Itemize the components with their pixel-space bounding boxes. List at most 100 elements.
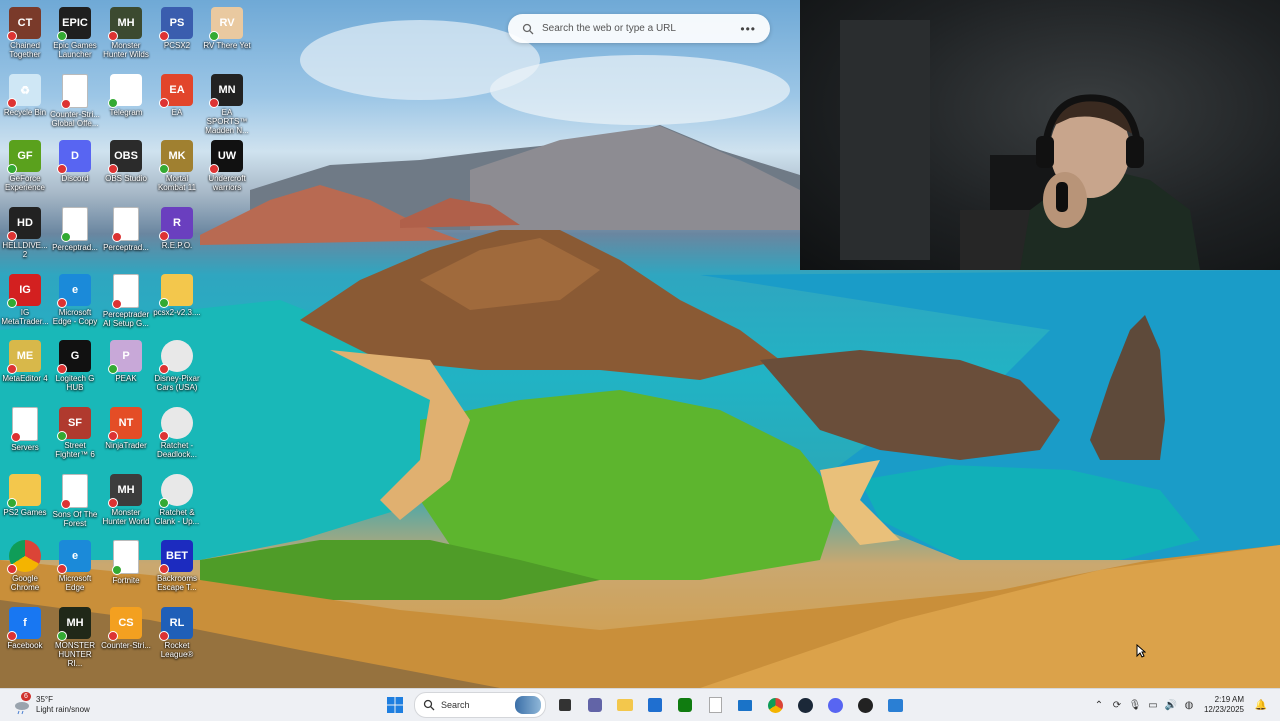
desktop-icon[interactable]: MK Mortal Kombat 11 — [152, 136, 202, 202]
desktop-icon[interactable]: CS Counter-Stri... — [101, 603, 151, 669]
desktop-icon[interactable]: PS PCSX2 — [152, 3, 202, 69]
file-explorer-button[interactable] — [612, 692, 638, 718]
task-view-button[interactable] — [552, 692, 578, 718]
desktop-icon-label: Perceptrad... — [103, 243, 149, 252]
madden-icon: MN — [209, 74, 243, 108]
desktop-icon[interactable]: CT Chained Together — [0, 3, 50, 69]
xbox-button[interactable] — [672, 692, 698, 718]
desktop-icon[interactable]: MH MONSTER HUNTER RI... — [50, 603, 100, 669]
status-badge-icon — [57, 364, 67, 374]
desktop-icon[interactable]: Perceptrader AI Setup G... — [101, 270, 151, 336]
desktop-icon[interactable]: Telegram — [101, 70, 151, 136]
file-icon — [112, 207, 139, 242]
clock[interactable]: 2:19 AM 12/23/2025 — [1204, 695, 1244, 715]
facebook-icon: f — [7, 607, 41, 641]
desktop-icon[interactable]: RL Rocket League® — [152, 603, 202, 669]
desktop-icon[interactable]: Disney-Pixar Cars (USA) — [152, 336, 202, 402]
edge-icon: e — [57, 274, 91, 308]
desktop-icon[interactable]: Servers — [0, 403, 50, 469]
network-icon[interactable]: ◍ — [1180, 696, 1198, 714]
desktop-icon[interactable]: R R.E.P.O. — [152, 203, 202, 269]
desktop-icon[interactable]: HD HELLDIVE... 2 — [0, 203, 50, 269]
desktop-icon[interactable]: f Facebook — [0, 603, 50, 669]
status-badge-icon — [159, 364, 169, 374]
desktop-icon[interactable]: SF Street Fighter™ 6 — [50, 403, 100, 469]
remote-desktop-button[interactable] — [732, 692, 758, 718]
discord-button[interactable] — [822, 692, 848, 718]
desktop-icon[interactable]: NT NinjaTrader — [101, 403, 151, 469]
desktop-icon-label: R.E.P.O. — [161, 241, 193, 250]
desktop-icon[interactable]: G Logitech G HUB — [50, 336, 100, 402]
desktop-icon[interactable]: PS2 Games — [0, 470, 50, 536]
weather-widget[interactable]: 6 35°F Light rain/snow — [12, 692, 90, 717]
teams-button[interactable] — [582, 692, 608, 718]
microphone-icon[interactable]: 🎙 — [1126, 696, 1144, 714]
weather-temperature: 35°F — [36, 695, 53, 704]
desktop-icon[interactable]: MH Monster Hunter World — [101, 470, 151, 536]
desktop-icon[interactable]: Perceptrad... — [50, 203, 100, 269]
discord-icon: D — [57, 140, 91, 174]
desktop-icon[interactable]: Sons Of The Forest — [50, 470, 100, 536]
status-badge-icon — [57, 564, 67, 574]
desktop-icon[interactable]: OBS OBS Studio — [101, 136, 151, 202]
desktop-icon[interactable]: BET Backrooms Escape T... — [152, 536, 202, 602]
desktop-icon[interactable]: Fortnite — [101, 536, 151, 602]
desktop-icon[interactable]: EA EA — [152, 70, 202, 136]
status-badge-icon — [159, 298, 169, 308]
desktop-icon[interactable]: ♻ Recycle Bin — [0, 70, 50, 136]
desktop-icon[interactable]: IG IG MetaTrader... — [0, 270, 50, 336]
status-badge-icon — [7, 498, 17, 508]
steam-button[interactable] — [792, 692, 818, 718]
taskbar-search[interactable]: Search — [414, 692, 546, 718]
desktop-icon[interactable]: Counter-Stri... Global Offe... — [50, 70, 100, 136]
web-search-widget[interactable]: Search the web or type a URL ••• — [508, 14, 770, 43]
desktop-icon[interactable]: Google Chrome — [0, 536, 50, 602]
more-options-icon[interactable]: ••• — [740, 22, 756, 36]
obs-button[interactable] — [852, 692, 878, 718]
notepad-button[interactable] — [702, 692, 728, 718]
desktop-icon[interactable]: pcsx2-v2.3.... — [152, 270, 202, 336]
search-highlight-icon — [515, 696, 541, 714]
status-badge-icon — [209, 98, 219, 108]
sync-icon[interactable]: ⟳ — [1108, 696, 1126, 714]
show-hidden-icons-button[interactable]: ⌃ — [1090, 696, 1108, 714]
desktop-icon[interactable]: e Microsoft Edge — [50, 536, 100, 602]
peak-icon: P — [108, 340, 142, 374]
desktop-icon[interactable]: RV RV There Yet — [202, 3, 252, 69]
desktop-icon[interactable]: P PEAK — [101, 336, 151, 402]
desktop-icon[interactable]: UW Undercroft warriors — [202, 136, 252, 202]
web-search-input[interactable]: Search the web or type a URL — [542, 23, 740, 34]
desktop-icon[interactable]: e Microsoft Edge - Copy — [50, 270, 100, 336]
desktop-icon[interactable]: ME MetaEditor 4 — [0, 336, 50, 402]
desktop-icon[interactable]: Ratchet & Clank - Up... — [152, 470, 202, 536]
display-icon[interactable]: ▭ — [1144, 696, 1162, 714]
desktop-icon[interactable]: EPIC Epic Games Launcher — [50, 3, 100, 69]
desktop-icon[interactable]: MH Monster Hunter Wilds — [101, 3, 151, 69]
shield-icon — [887, 698, 903, 712]
discord-icon — [827, 697, 843, 713]
notifications-icon[interactable]: 🔔 — [1252, 696, 1270, 714]
webcam-feed — [840, 20, 1200, 270]
desktop-icon[interactable]: MN EA SPORTS™ Madden N... — [202, 70, 252, 136]
desktop-icon-label: Disney-Pixar Cars (USA) — [154, 374, 200, 392]
desktop-icon[interactable]: GF GeForce Experience — [0, 136, 50, 202]
volume-icon[interactable]: 🔊 — [1162, 696, 1180, 714]
microsoft-store-button[interactable] — [642, 692, 668, 718]
chrome-icon — [7, 540, 41, 574]
desktop-icon-grid: CT Chained Together EPIC Epic Games Launche… — [0, 0, 260, 680]
start-button[interactable] — [382, 692, 408, 718]
disc-icon — [159, 474, 193, 508]
status-badge-icon — [159, 31, 169, 41]
desktop-icon-label: EA — [171, 108, 183, 117]
file-icon — [61, 74, 88, 109]
status-badge-icon — [159, 631, 169, 641]
app-button[interactable] — [882, 692, 908, 718]
xbox-icon — [678, 698, 692, 712]
chrome-button[interactable] — [762, 692, 788, 718]
desktop-icon-label: Rocket League® — [160, 641, 194, 659]
status-badge-icon — [112, 299, 122, 309]
desktop-icon[interactable]: Perceptrad... — [101, 203, 151, 269]
desktop-icon[interactable]: Ratchet - Deadlock... — [152, 403, 202, 469]
desktop-icon[interactable]: D Discord — [50, 136, 100, 202]
steam-icon — [797, 697, 813, 713]
